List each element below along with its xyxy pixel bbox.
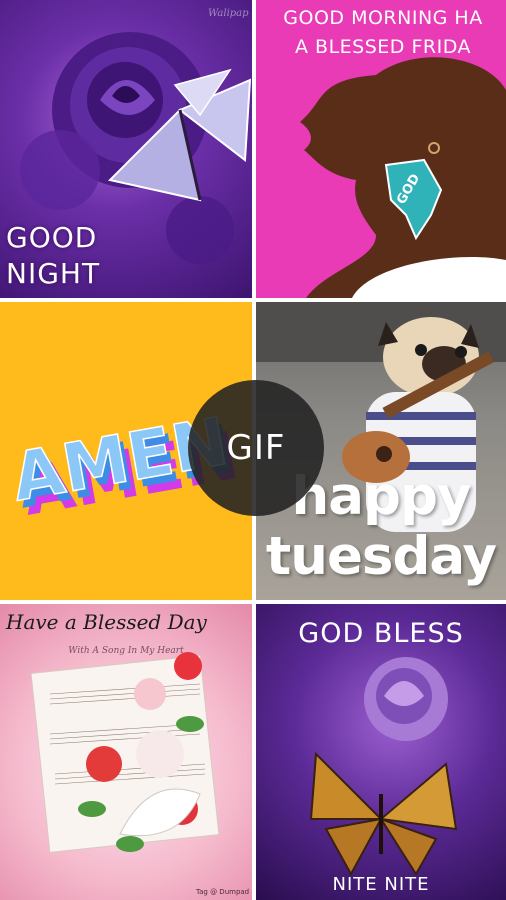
caption-line-2: A BLESSED FRIDA	[295, 36, 471, 58]
blessed-day-subtitle: With A Song In My Heart	[68, 646, 184, 656]
rose-icon	[364, 657, 448, 741]
gif-tile-god-bless[interactable]: GOD BLESS NITE NITE	[256, 604, 506, 900]
gif-badge-label: GIF	[226, 428, 286, 468]
god-bless-caption: GOD BLESS	[298, 618, 464, 649]
gif-tile-good-night[interactable]: Walipap GOOD NIGHT	[0, 0, 252, 298]
good-morning-caption: GOOD MORNING HA A BLESSED FRIDA	[260, 4, 506, 62]
caption-line-1: GOOD MORNING HA	[283, 7, 483, 29]
caption-line-2: tuesday	[265, 526, 497, 587]
nite-nite-caption: NITE NITE	[332, 874, 430, 895]
caption-line-2: NIGHT	[6, 257, 101, 290]
gif-tile-blessed-day[interactable]: Have a Blessed Day With A Song In My Hea…	[0, 604, 252, 900]
gif-grid: Walipap GOOD NIGHT GOD GOOD MORNING HA A…	[0, 0, 506, 900]
caption-line-1: GOOD	[6, 221, 98, 254]
watermark-text: Walipap	[208, 8, 249, 19]
butterfly-icon	[309, 751, 458, 877]
good-night-caption: GOOD NIGHT	[6, 220, 100, 292]
blessed-day-title: Have a Blessed Day	[6, 610, 207, 634]
tag-credit: Tag @ Dumpad	[196, 888, 250, 896]
gif-badge[interactable]: GIF	[188, 380, 324, 516]
gif-tile-good-morning[interactable]: GOD GOOD MORNING HA A BLESSED FRIDA	[256, 0, 506, 298]
